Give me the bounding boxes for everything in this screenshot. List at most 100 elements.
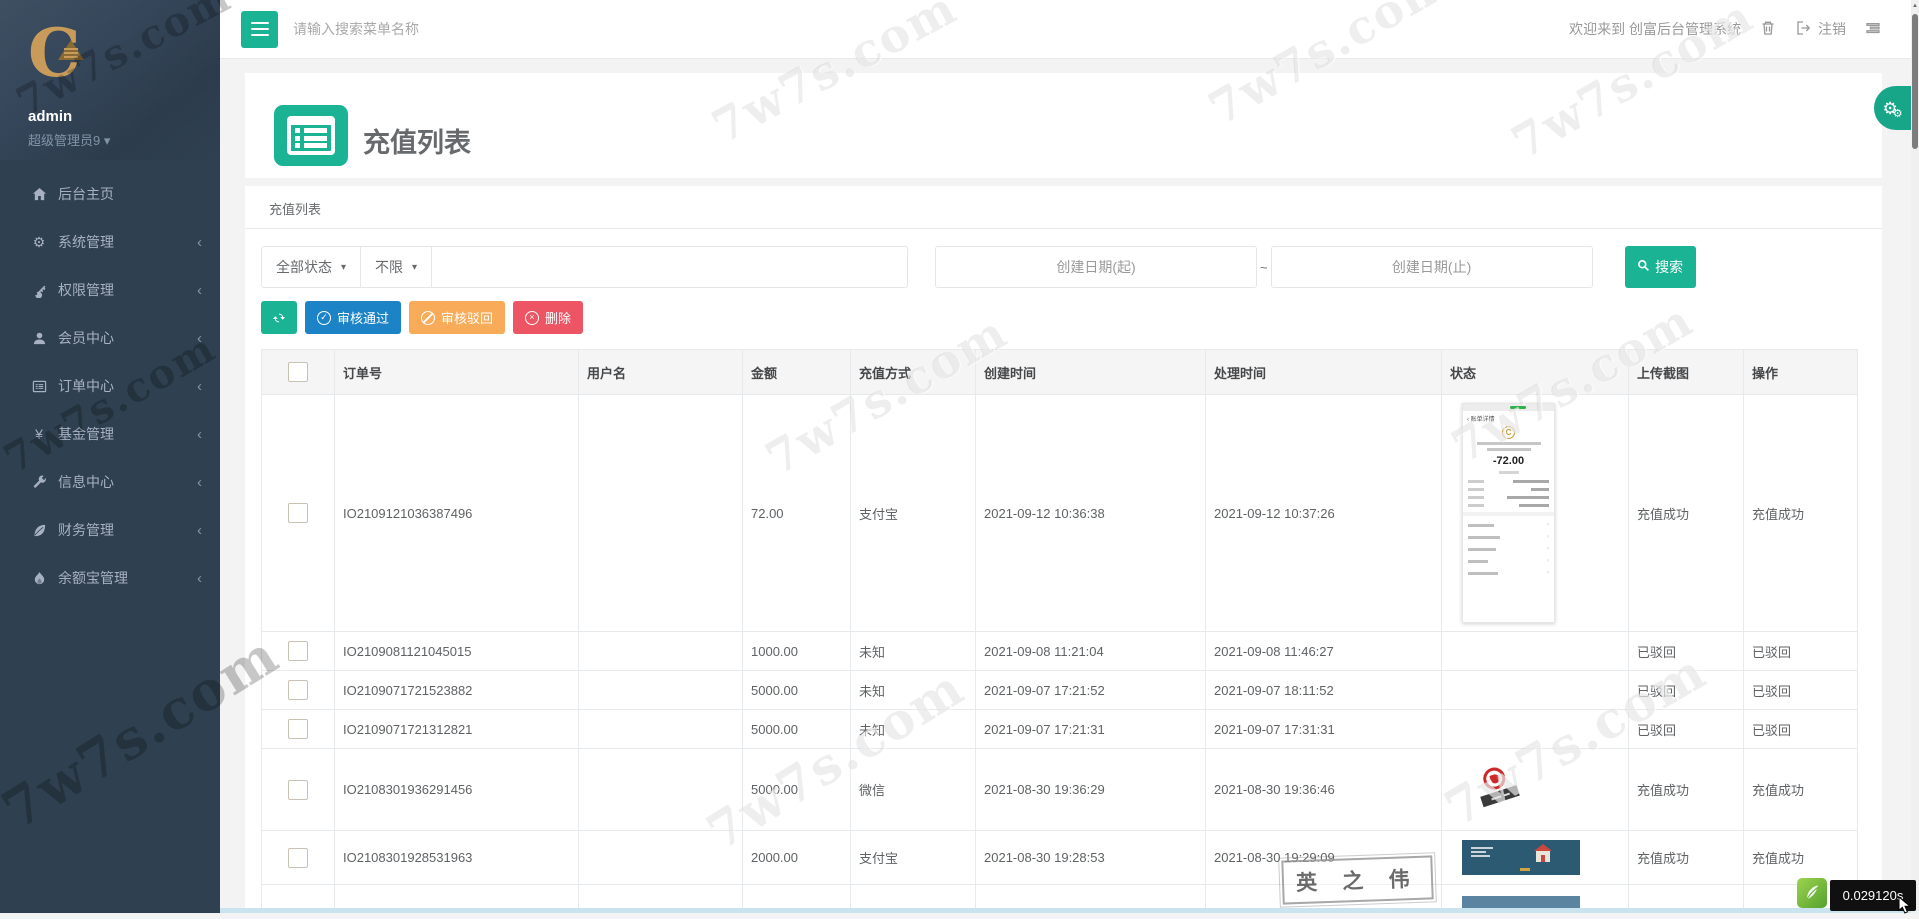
cell-method: 未知 [851,632,976,671]
recharge-table: 订单号 用户名 金额 充值方式 创建时间 处理时间 状态 上传截图 操作 IO2… [261,349,1858,913]
refresh-button[interactable] [261,301,297,334]
cell-upload-status: 充值成功 [1629,395,1744,632]
cell-order-no: IO2109071721523882 [335,671,579,710]
scrollbar-thumb[interactable] [1912,14,1918,149]
reject-button[interactable]: 审核驳回 [409,301,505,334]
profile-panel: C admin 超级管理员9 ▾ [0,0,220,160]
cell-amount: 1000.00 [743,632,851,671]
logout-button[interactable]: 注销 [1795,19,1846,39]
quick-settings-button[interactable]: ⚙⚙ [1874,86,1911,130]
sidebar-toggle-button[interactable] [241,11,278,48]
approve-button[interactable]: ✓审核通过 [305,301,401,334]
chevron-left-icon: ‹ [197,330,202,347]
cell-amount: 5000.00 [743,749,851,831]
cell-processed: 2021-09-12 10:37:26 [1206,395,1442,632]
chevron-left-icon: ‹ [197,378,202,395]
date-from-input[interactable] [935,246,1257,288]
cell-order-no: IO2109081121045015 [335,632,579,671]
cell-status-image [1442,632,1629,671]
wrench-icon [27,475,51,490]
table-row: IO2108301928531963 2000.00 支付宝 2021-08-3… [262,831,1858,885]
panel-title: 充值列表 [245,186,1882,229]
select-all-checkbox[interactable] [288,362,308,382]
sidebar-item-home[interactable]: 后台主页 [0,170,220,218]
keyword-input[interactable] [432,246,908,288]
task-list-icon[interactable] [1865,20,1881,39]
gear-icon: ⚙ [1893,109,1903,120]
cell-method: 支付宝 [851,831,976,885]
cell-method: 支付宝 [851,395,976,632]
house-illustration [1534,844,1552,862]
profile-role-dropdown[interactable]: 超级管理员9 ▾ [28,130,220,149]
cell-method: 微信 [851,749,976,831]
cell-operation: 充值成功 [1744,831,1858,885]
recharge-list-icon [274,105,348,166]
caret-down-icon: ▾ [341,262,346,273]
search-button[interactable]: 搜索 [1625,246,1696,288]
limit-dropdown[interactable]: 不限▾ [361,246,432,288]
sidebar-item-finance[interactable]: 财务管理 ‹ [0,506,220,554]
table-row: IO2109121036387496 72.00 支付宝 2021-09-12 … [262,395,1858,632]
cell-username [579,831,743,885]
topbar-right: 欢迎来到 创富后台管理系统 注销 [1569,19,1919,39]
recharge-panel: 充值列表 全部状态▾ 不限▾ ~ 搜索 ✓审核通过 审核驳回 ×删除 [245,186,1882,913]
row-checkbox[interactable] [288,641,308,661]
leaf-icon [27,523,51,538]
cell-upload-status: 已驳回 [1629,632,1744,671]
filter-bar: 全部状态▾ 不限▾ ~ 搜索 [261,246,1866,288]
cell-order-no: IO2108301936291456 [335,749,579,831]
order-list-icon [27,379,51,394]
cell-created: 2021-09-12 10:36:38 [976,395,1206,632]
cell-method: 未知 [851,671,976,710]
cell-username [579,632,743,671]
stamp-logo-thumbnail[interactable] [1470,761,1526,818]
delete-button[interactable]: ×删除 [513,301,583,334]
page-title: 充值列表 [363,121,471,160]
sidebar-item-permission[interactable]: 权限管理 ‹ [0,266,220,314]
cell-upload-status: 已驳回 [1629,671,1744,710]
scroll-up-arrow-icon[interactable]: ▲ [1911,3,1919,9]
chevron-left-icon: ‹ [197,426,202,443]
sidebar-item-fund[interactable]: ¥ 基金管理 ‹ [0,410,220,458]
row-checkbox[interactable] [288,848,308,868]
col-screenshot: 上传截图 [1629,350,1744,395]
date-separator: ~ [1260,260,1268,275]
bank-banner-thumbnail[interactable] [1462,840,1580,875]
date-to-input[interactable] [1271,246,1593,288]
cell-operation: 已驳回 [1744,710,1858,749]
home-icon [27,187,51,202]
sidebar-item-message[interactable]: 信息中心 ‹ [0,458,220,506]
cell-upload-status: 充值成功 [1629,749,1744,831]
row-checkbox[interactable] [288,780,308,800]
cell-processed: 2021-08-30 19:36:46 [1206,749,1442,831]
logo-ribbon-icon [64,48,78,50]
row-checkbox[interactable] [288,503,308,523]
table-row: IO2109071721312821 5000.00 未知 2021-09-07… [262,710,1858,749]
col-operation: 操作 [1744,350,1858,395]
chevron-left-icon: ‹ [197,522,202,539]
receipt-amount: -72.00 [1463,455,1554,467]
cell-username [579,749,743,831]
sidebar-item-member[interactable]: 会员中心 ‹ [0,314,220,362]
vertical-scrollbar[interactable]: ▲ [1911,0,1919,913]
sidebar: C admin 超级管理员9 ▾ 后台主页 ⚙ 系统管理 ‹ 权限管理 ‹ 会员… [0,0,220,913]
caret-down-icon: ▾ [104,133,111,148]
row-checkbox[interactable] [288,680,308,700]
cell-amount: 5000.00 [743,671,851,710]
receipt-logo-icon: C [1502,426,1515,439]
cell-operation: 已驳回 [1744,671,1858,710]
trash-icon[interactable] [1760,20,1776,39]
status-dropdown[interactable]: 全部状态▾ [261,246,361,288]
logo-sail-icon [58,40,84,60]
col-order-no: 订单号 [335,350,579,395]
sidebar-item-order[interactable]: 订单中心 ‹ [0,362,220,410]
col-processed: 处理时间 [1206,350,1442,395]
sidebar-item-system[interactable]: ⚙ 系统管理 ‹ [0,218,220,266]
payment-receipt-thumbnail[interactable]: ‹ 账单详情 C -72.00 › › [1462,403,1555,623]
bulk-action-bar: ✓审核通过 审核驳回 ×删除 [261,301,1866,334]
avatar: C [28,26,98,96]
menu-search-input[interactable] [293,21,623,37]
row-checkbox[interactable] [288,719,308,739]
sidebar-item-yuebao[interactable]: 余额宝管理 ‹ [0,554,220,602]
keyword-input-group: 全部状态▾ 不限▾ [261,246,908,288]
